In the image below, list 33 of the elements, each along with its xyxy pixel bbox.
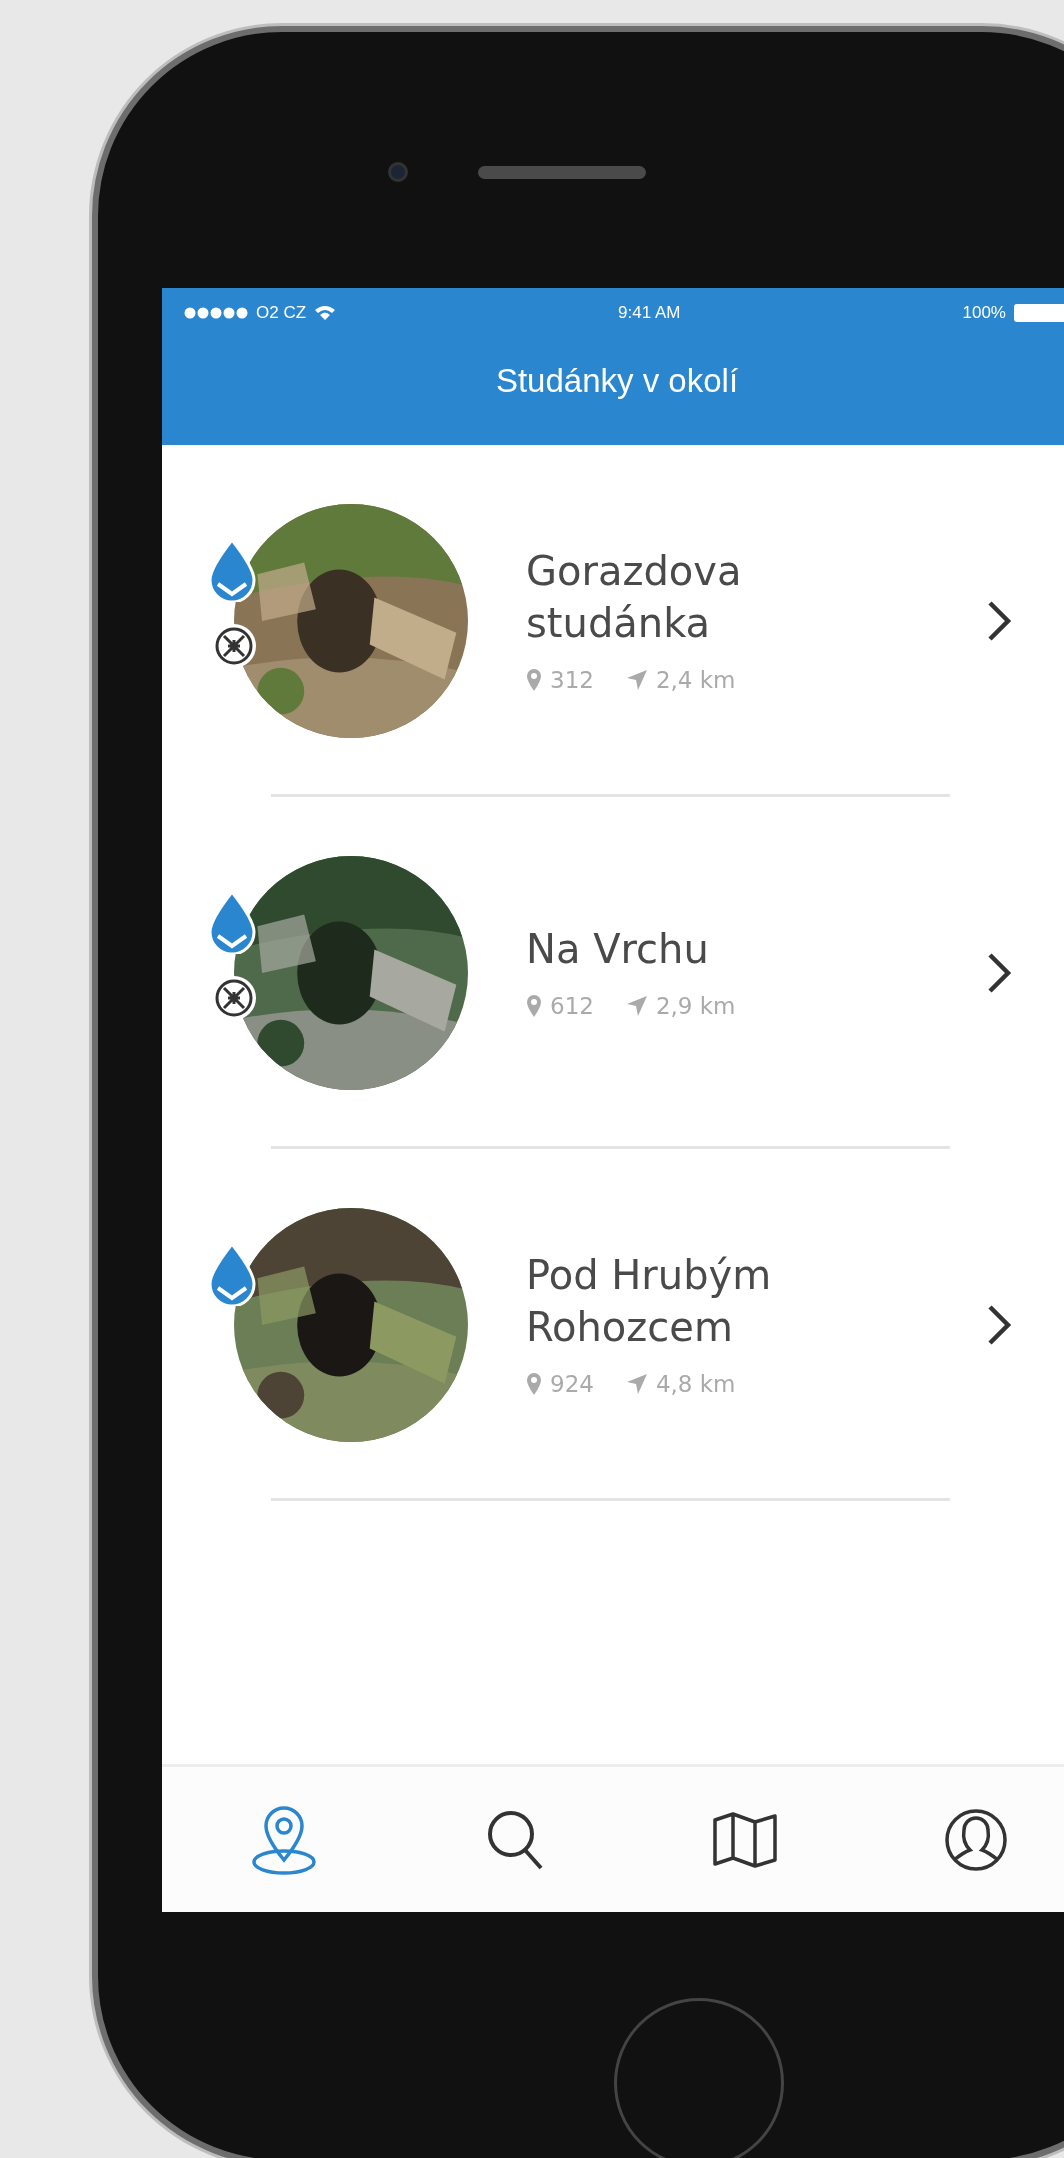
pin-icon — [526, 668, 542, 692]
chevron-icon — [986, 1304, 1012, 1346]
elevation-text: 612 — [550, 991, 594, 1021]
pin-icon — [526, 994, 542, 1018]
list-row[interactable]: Gorazdova studánka 312 2,4 km — [162, 445, 1064, 797]
status-time: 9:41 AM — [618, 302, 681, 324]
spring-name: Gorazdova studánka — [526, 546, 743, 648]
list-row[interactable]: Pod Hrubým Rohozcem 924 4,8 km — [162, 1149, 1064, 1501]
elevation-text: 312 — [550, 665, 594, 695]
spring-name: Na Vrchu — [526, 924, 710, 974]
location-pin-icon — [250, 1803, 318, 1876]
speaker-icon — [478, 165, 646, 179]
profile-icon — [944, 1807, 1008, 1872]
battery-icon — [1014, 303, 1064, 322]
navigation-arrow-icon — [625, 669, 648, 691]
pin-icon — [526, 1372, 542, 1396]
distance-text: 2,9 km — [655, 991, 736, 1021]
screen-title: Studánky v okolí — [494, 360, 740, 401]
spring-name: Pod Hrubým Rohozcem — [526, 1250, 773, 1352]
map-icon — [712, 1811, 777, 1868]
navigation-arrow-icon — [625, 995, 648, 1017]
elevation-text: 924 — [550, 1369, 594, 1399]
navigation-arrow-icon — [625, 1373, 648, 1395]
distance-text: 4,8 km — [655, 1369, 736, 1399]
signal-icon — [184, 306, 248, 319]
carrier-name: O2 CZ — [256, 302, 307, 324]
chevron-icon — [986, 600, 1012, 642]
wifi-icon — [314, 304, 337, 321]
distance-text: 2,4 km — [655, 665, 736, 695]
battery-percent: 100% — [962, 302, 1006, 324]
list-row[interactable]: Na Vrchu 612 2,9 km — [162, 797, 1064, 1149]
camera-icon — [388, 162, 408, 182]
chevron-icon — [986, 952, 1012, 994]
